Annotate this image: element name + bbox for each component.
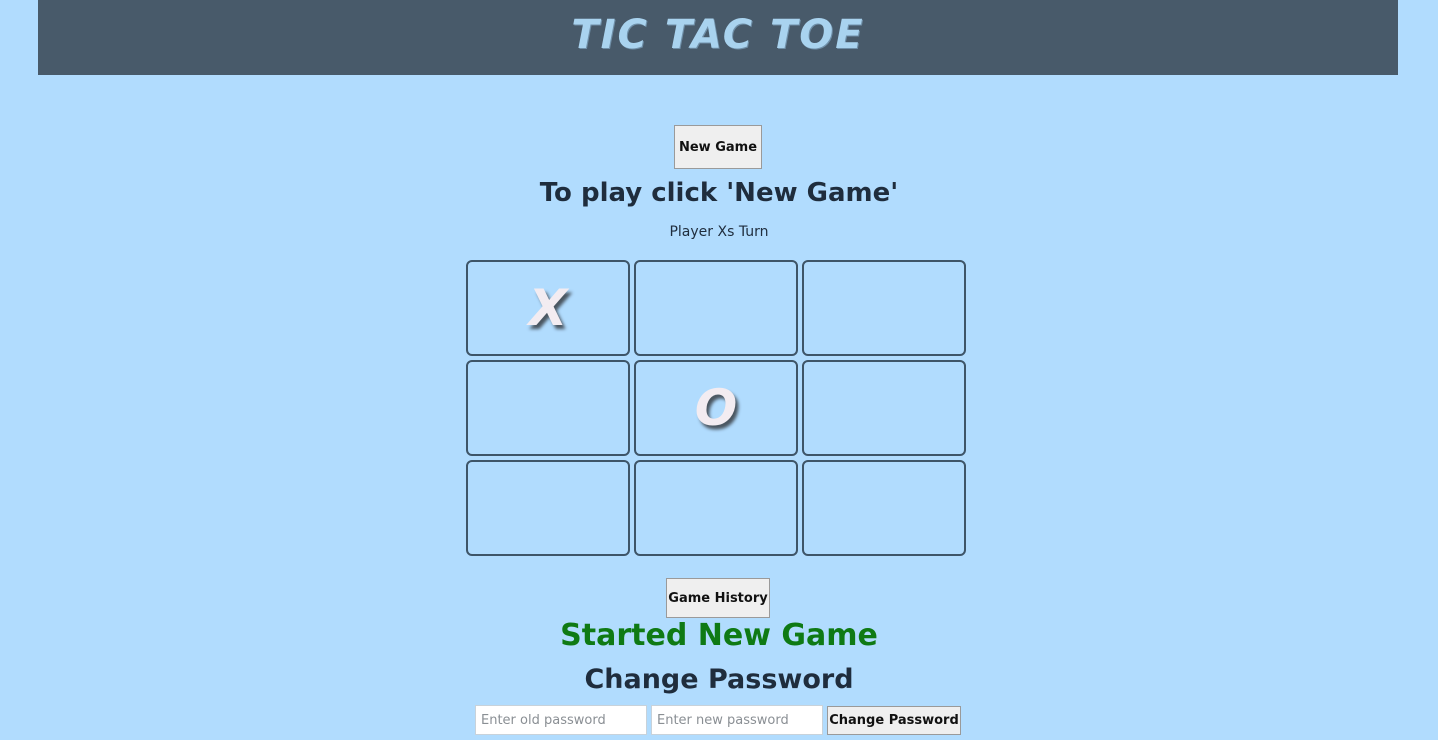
board-cell-4[interactable] [466, 360, 630, 456]
status-message: Started New Game [560, 618, 878, 653]
new-password-input[interactable] [651, 705, 823, 735]
board-cell-9[interactable] [802, 460, 966, 556]
board-cell-7[interactable] [466, 460, 630, 556]
board-cell-5[interactable]: O [634, 360, 798, 456]
board-cell-8[interactable] [634, 460, 798, 556]
board-cell-6[interactable] [802, 360, 966, 456]
board-cell-1[interactable]: X [466, 260, 630, 356]
game-board: X O [466, 260, 970, 560]
page-title: TIC TAC TOE [571, 12, 865, 58]
game-history-button[interactable]: Game History [666, 578, 770, 618]
instructions-text: To play click 'New Game' [539, 178, 899, 208]
old-password-input[interactable] [475, 705, 647, 735]
change-password-heading: Change Password [584, 664, 854, 695]
turn-indicator: Player Xs Turn [669, 224, 769, 240]
new-game-button[interactable]: New Game [674, 125, 762, 169]
board-cell-2[interactable] [634, 260, 798, 356]
change-password-button[interactable]: Change Password [827, 706, 961, 735]
header-bar: TIC TAC TOE [38, 0, 1398, 75]
board-cell-3[interactable] [802, 260, 966, 356]
